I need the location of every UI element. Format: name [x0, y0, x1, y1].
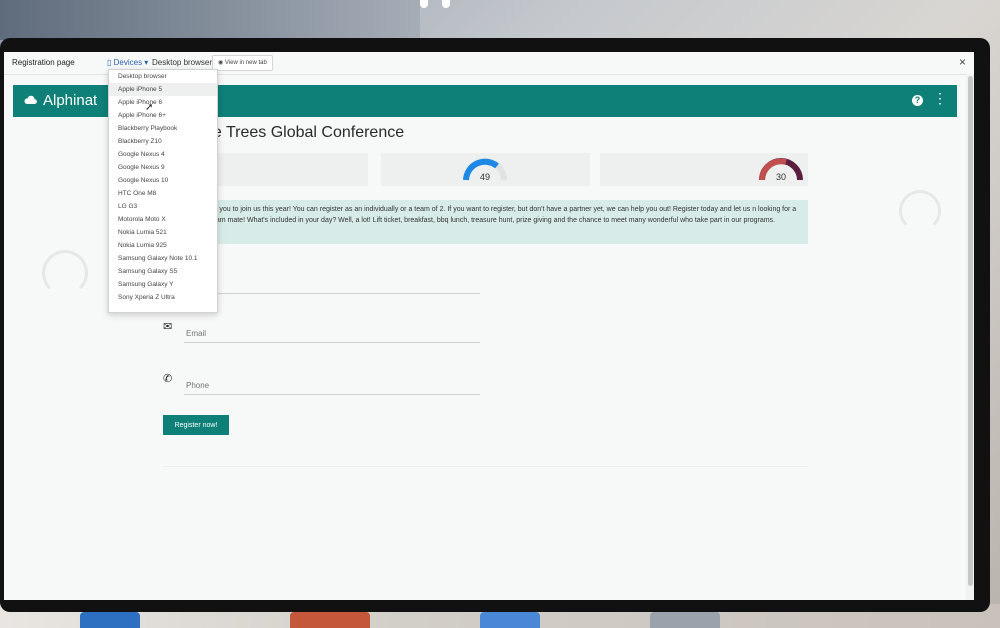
gauge-49-value: 49	[479, 172, 490, 182]
window-title: Registration page	[12, 58, 75, 67]
device-option[interactable]: Motorola Moto X	[109, 213, 217, 226]
mouse-cursor-icon: ➚	[145, 102, 154, 113]
brand-name: Alphinat	[43, 92, 98, 109]
device-option[interactable]: Apple iPhone 5	[109, 83, 217, 96]
device-option[interactable]: Samsung Galaxy S5	[109, 265, 217, 278]
stat-card-2: 49	[381, 153, 590, 186]
help-icon[interactable]: ?	[912, 95, 923, 106]
info-banner: ve you to join us this year! You can reg…	[204, 200, 808, 244]
cloud-icon	[24, 95, 37, 104]
name-input[interactable]	[184, 279, 468, 290]
email-icon: ✉	[163, 321, 173, 333]
device-option[interactable]: Apple iPhone 6	[109, 96, 217, 109]
view-in-new-tab-label: View in new tab	[224, 60, 267, 66]
phone-icon: ✆	[163, 373, 173, 385]
gauge-30-value: 30	[775, 172, 786, 182]
background-spinner-left	[42, 250, 88, 296]
close-icon[interactable]: ×	[959, 55, 966, 69]
more-options-icon[interactable]: ⋮	[933, 91, 947, 105]
background-logo	[420, 0, 470, 10]
device-option[interactable]: Blackberry Playbook	[109, 122, 217, 135]
stat-card-3: 30	[600, 153, 808, 186]
device-option[interactable]: Nokia Lumia 521	[109, 226, 217, 239]
device-option[interactable]: HTC One M8	[109, 187, 217, 200]
conference-title: he Trees Global Conference	[204, 124, 405, 141]
browser-window: Registration page ▯ Devices ▾ Desktop br…	[4, 52, 974, 600]
device-option[interactable]: Google Nexus 4	[109, 148, 217, 161]
stat-card-1	[204, 153, 368, 186]
device-option[interactable]: Desktop browser	[109, 70, 217, 83]
background-spinner-right	[899, 190, 941, 232]
device-option[interactable]: Apple iPhone 6+	[109, 109, 217, 122]
email-input[interactable]	[184, 328, 468, 339]
device-option[interactable]: Samsung Galaxy Y	[109, 278, 217, 291]
device-option[interactable]: Google Nexus 9	[109, 161, 217, 174]
current-device-label: Desktop browser	[152, 58, 213, 67]
device-option[interactable]: LG G3	[109, 200, 217, 213]
device-option[interactable]: Nokia Lumia 925	[109, 239, 217, 252]
divider	[163, 466, 808, 467]
device-option[interactable]: Blackberry Z10	[109, 135, 217, 148]
device-option[interactable]: Sony Xperia Z Ultra	[109, 291, 217, 304]
device-option[interactable]: Google Nexus 10	[109, 174, 217, 187]
devices-label: Devices	[113, 58, 143, 67]
device-dropdown-menu: Desktop browser Apple iPhone 5 Apple iPh…	[108, 69, 218, 313]
devices-dropdown[interactable]: ▯ Devices ▾	[107, 58, 148, 67]
view-in-new-tab-button[interactable]: ◉ View in new tab	[212, 55, 273, 71]
background-blur	[0, 0, 420, 40]
phone-input[interactable]	[184, 380, 468, 391]
device-option[interactable]: Samsung Galaxy Note 10.1	[109, 252, 217, 265]
phone-field[interactable]	[184, 374, 480, 395]
register-button[interactable]: Register now!	[163, 415, 229, 435]
email-field[interactable]	[184, 322, 480, 343]
name-field[interactable]	[184, 273, 480, 294]
scrollbar-thumb[interactable]	[968, 76, 973, 586]
